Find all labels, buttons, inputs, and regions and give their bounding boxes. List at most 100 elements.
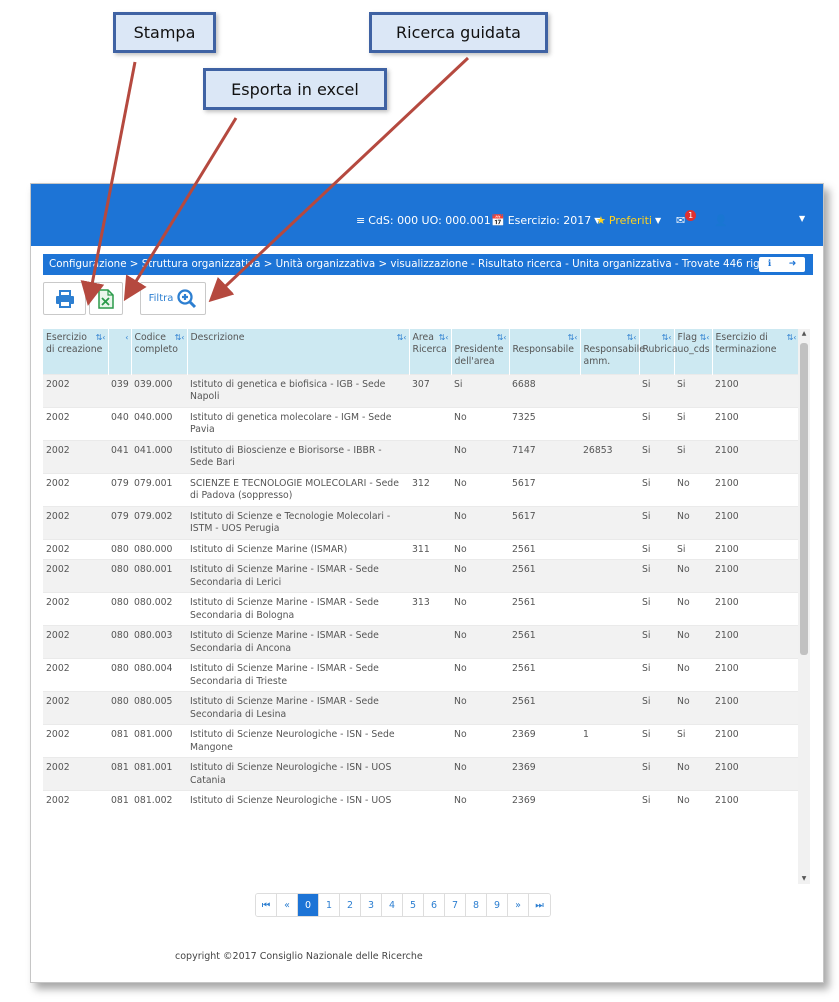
- export-excel-button[interactable]: [89, 282, 123, 315]
- table-cell: [580, 538, 639, 560]
- table-cell: 2002: [43, 724, 108, 758]
- table-cell: 2100: [712, 538, 799, 560]
- sort-icon[interactable]: ⇅‹: [700, 332, 710, 344]
- table-scrollbar[interactable]: ▲ ▼: [798, 329, 810, 884]
- info-icon[interactable]: ℹ: [768, 254, 771, 275]
- filter-button[interactable]: Filtra: [140, 282, 206, 315]
- table-cell: No: [674, 625, 712, 659]
- table-row[interactable]: 2002 080 080.001 Istituto di Scienze Marine…: [43, 559, 799, 593]
- table-cell: 080.005: [131, 691, 187, 725]
- page-button[interactable]: 7: [445, 894, 466, 916]
- sort-icon[interactable]: ⇅‹: [662, 332, 672, 344]
- column-header[interactable]: ⇅‹ Area Ricerca: [409, 329, 452, 374]
- page-button[interactable]: 3: [361, 894, 382, 916]
- table-cell: No: [451, 538, 509, 560]
- sort-icon[interactable]: ⇅‹: [627, 332, 637, 344]
- prev-page-button[interactable]: «: [277, 894, 298, 916]
- table-row[interactable]: 2002 081 081.001 Istituto di Scienze Neurol…: [43, 757, 799, 791]
- page-button[interactable]: 2: [340, 894, 361, 916]
- scroll-up-icon[interactable]: ▲: [798, 329, 810, 339]
- esercizio-selector[interactable]: 📅 Esercizio: 2017 ▼: [491, 214, 600, 227]
- sort-icon[interactable]: ⇅‹: [568, 332, 578, 344]
- table-row[interactable]: 2002 081 081.002 Istituto di Scienze Neurol…: [43, 790, 799, 811]
- sort-icon[interactable]: ⇅‹: [175, 332, 185, 344]
- scrollbar-thumb[interactable]: [800, 343, 808, 655]
- table-row[interactable]: 2002 039 039.000 Istituto di genetica e bio…: [43, 373, 799, 407]
- table-cell: No: [451, 790, 509, 811]
- page-button[interactable]: 1: [319, 894, 340, 916]
- table-cell: 1: [580, 724, 639, 758]
- sort-icon[interactable]: ⇅‹: [787, 332, 797, 344]
- preferiti-menu[interactable]: ★ Preferiti ▼: [596, 214, 661, 227]
- table-cell: 2100: [712, 505, 799, 539]
- user-menu[interactable]: 👤: [714, 214, 728, 227]
- table-cell: 2369: [509, 757, 580, 791]
- scroll-down-icon[interactable]: ▼: [798, 874, 810, 884]
- sort-icon[interactable]: ⇅‹: [96, 332, 106, 344]
- esercizio-label: Esercizio: 2017: [507, 214, 592, 227]
- table-row[interactable]: 2002 079 079.002 Istituto di Scienze e Tecn…: [43, 505, 799, 539]
- table-row[interactable]: 2002 080 080.004 Istituto di Scienze Marine…: [43, 658, 799, 692]
- page-button[interactable]: 9: [487, 894, 508, 916]
- table-cell: [409, 559, 451, 593]
- next-page-button[interactable]: »: [508, 894, 529, 916]
- table-cell: 080: [108, 625, 131, 659]
- exit-icon[interactable]: ➜: [789, 254, 797, 275]
- column-header[interactable]: ⇅‹ Presidente dell'area: [451, 329, 510, 374]
- page-button[interactable]: 8: [466, 894, 487, 916]
- table-cell: No: [451, 724, 509, 758]
- results-table-container: ⇅‹ Esercizio di creazione ‹ ⇅‹ Codice comp…: [43, 329, 799, 884]
- sort-icon[interactable]: ‹: [125, 332, 128, 344]
- table-cell: 7325: [509, 406, 580, 440]
- column-header[interactable]: ⇅‹ Rubrica: [639, 329, 678, 374]
- table-cell: Si: [451, 373, 509, 407]
- table-row[interactable]: 2002 080 080.005 Istituto di Scienze Marine…: [43, 691, 799, 725]
- column-header[interactable]: ⇅‹ Flag uo_cds: [674, 329, 713, 374]
- column-header[interactable]: ⇅‹ Responsabile: [509, 329, 581, 374]
- navbar-dropdown[interactable]: ▼: [799, 214, 805, 223]
- table-cell: 2002: [43, 373, 108, 407]
- table-row[interactable]: 2002 040 040.000 Istituto di genetica molec…: [43, 406, 799, 440]
- table-row[interactable]: 2002 080 080.003 Istituto di Scienze Marine…: [43, 625, 799, 659]
- table-cell: 6688: [509, 373, 580, 407]
- table-cell: Si: [639, 559, 674, 593]
- column-header[interactable]: ⇅‹ Descrizione: [187, 329, 410, 374]
- table-row[interactable]: 2002 079 079.001 SCIENZE E TECNOLOGIE MOLEC…: [43, 472, 799, 506]
- table-cell: 2002: [43, 406, 108, 440]
- column-header[interactable]: ⇅‹ Codice completo: [131, 329, 188, 374]
- table-cell: Istituto di Scienze Marine - ISMAR - Sed…: [187, 592, 409, 626]
- table-row[interactable]: 2002 080 080.002 Istituto di Scienze Marine…: [43, 592, 799, 626]
- table-cell: 2002: [43, 625, 108, 659]
- table-row[interactable]: 2002 041 041.000 Istituto di Bioscienze e B…: [43, 439, 799, 473]
- table-cell: Istituto di Scienze Marine - ISMAR - Sed…: [187, 625, 409, 659]
- column-header[interactable]: ‹: [108, 329, 132, 374]
- table-row[interactable]: 2002 081 081.000 Istituto di Scienze Neurol…: [43, 724, 799, 758]
- excel-file-icon: [98, 288, 114, 309]
- table-cell: Istituto di Scienze Neurologiche - ISN -…: [187, 790, 409, 811]
- table-cell: 080: [108, 658, 131, 692]
- table-cell: [409, 724, 451, 758]
- table-row[interactable]: 2002 080 080.000 Istituto di Scienze Marine…: [43, 538, 799, 560]
- print-button[interactable]: [43, 282, 86, 315]
- column-header[interactable]: ⇅‹ Esercizio di creazione: [43, 329, 109, 374]
- table-cell: No: [451, 658, 509, 692]
- messages-button[interactable]: ✉ 1: [676, 210, 699, 227]
- callout-esporta-label: Esporta in excel: [231, 79, 359, 99]
- column-header[interactable]: ⇅‹ Esercizio di terminazione: [712, 329, 799, 374]
- page-button[interactable]: 6: [424, 894, 445, 916]
- breadcrumb-text: Configurazione > Struttura organizzativa…: [49, 258, 773, 270]
- column-header[interactable]: ⇅‹ Responsabile amm.: [580, 329, 645, 374]
- page-button[interactable]: 5: [403, 894, 424, 916]
- sort-icon[interactable]: ⇅‹: [497, 332, 507, 344]
- page-button[interactable]: 0: [298, 894, 319, 916]
- table-cell: 313: [409, 592, 451, 626]
- first-page-button[interactable]: ⏮: [256, 894, 277, 916]
- cds-selector[interactable]: ≡ CdS: 000 UO: 000.001 ▼: [356, 214, 500, 227]
- table-cell: 2100: [712, 658, 799, 692]
- sort-icon[interactable]: ⇅‹: [397, 332, 407, 344]
- last-page-button[interactable]: ⏭: [529, 894, 550, 916]
- page-button[interactable]: 4: [382, 894, 403, 916]
- table-cell: [580, 691, 639, 725]
- sort-icon[interactable]: ⇅‹: [439, 332, 449, 344]
- table-cell: 2561: [509, 658, 580, 692]
